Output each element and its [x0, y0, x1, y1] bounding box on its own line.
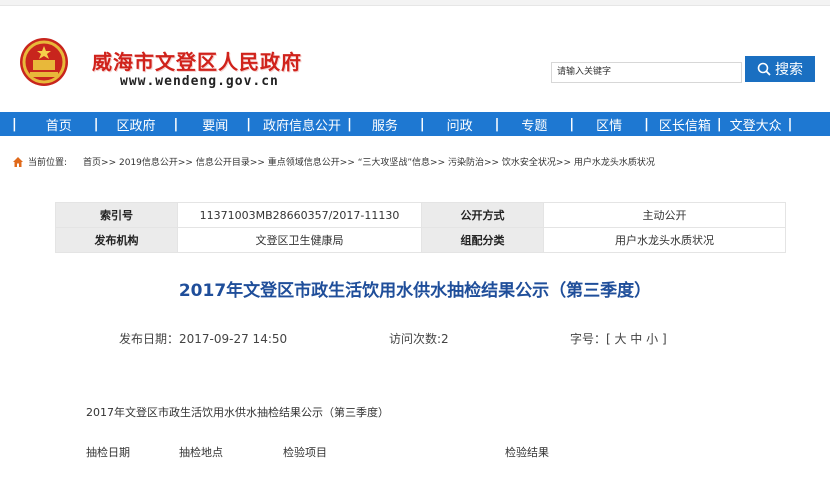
nav-separator: |: [494, 116, 500, 132]
breadcrumb: 当前位置: 首页>> 2019信息公开>> 信息公开目录>> 重点领域信息公开>…: [12, 155, 655, 168]
publisher-label: 发布机构: [55, 227, 178, 253]
search-input[interactable]: 请输入关键字: [551, 62, 742, 83]
national-emblem-icon: [20, 38, 68, 86]
nav-item-mailbox[interactable]: 区长信箱: [659, 115, 711, 134]
nav-item-news[interactable]: 要闻: [202, 115, 228, 134]
nav-separator: |: [246, 116, 252, 132]
nav-item-services[interactable]: 服务: [372, 115, 398, 134]
publisher-value: 文登区卫生健康局: [177, 227, 422, 253]
category-value: 用户水龙头水质状况: [543, 227, 786, 253]
column-header-items: 检验项目: [283, 446, 327, 459]
index-value: 11371003MB28660357/2017-11130: [177, 202, 422, 228]
nav-item-inquiry[interactable]: 问政: [447, 115, 473, 134]
nav-separator: |: [347, 116, 352, 132]
column-header-date: 抽检日期: [86, 446, 130, 459]
public-mode-label: 公开方式: [421, 202, 544, 228]
nav-separator: |: [569, 116, 575, 132]
nav-item-home[interactable]: 首页: [46, 115, 72, 134]
nav-separator: |: [644, 116, 649, 132]
column-header-location: 抽检地点: [179, 446, 223, 459]
main-nav: | 首页 | 区政府 | 要闻 | 政府信息公开 | 服务 | 问政 | 专题 …: [0, 112, 830, 136]
visit-count: 访问次数:2: [389, 332, 449, 346]
category-label: 组配分类: [421, 227, 544, 253]
home-icon: [13, 156, 23, 167]
column-header-result: 检验结果: [505, 446, 549, 459]
breadcrumb-label: 当前位置:: [28, 158, 68, 168]
search-button-label: 搜索: [775, 62, 803, 78]
body-heading: 2017年文登区市政生活饮用水供水抽检结果公示（第三季度）: [86, 406, 389, 419]
search-button[interactable]: 搜索: [745, 56, 815, 82]
site-header: 威海市文登区人民政府 www.wendeng.gov.cn 请输入关键字 搜索: [0, 6, 830, 110]
publish-date: 发布日期：2017-09-27 14:50: [119, 332, 288, 346]
search-icon: [757, 62, 771, 76]
nav-separator: |: [173, 116, 179, 132]
breadcrumb-path[interactable]: 首页>> 2019信息公开>> 信息公开目录>> 重点领域信息公开>> “三大攻…: [83, 155, 655, 168]
nav-item-district-info[interactable]: 区情: [596, 115, 622, 134]
public-mode-value: 主动公开: [543, 202, 786, 228]
site-title[interactable]: 威海市文登区人民政府: [92, 46, 302, 75]
nav-item-gov-info[interactable]: 政府信息公开: [263, 115, 341, 134]
info-table: 索引号 11371003MB28660357/2017-11130 公开方式 主…: [55, 202, 786, 253]
nav-separator: |: [12, 116, 17, 132]
nav-separator: |: [93, 116, 99, 132]
nav-separator: |: [419, 116, 425, 132]
index-label: 索引号: [55, 202, 178, 228]
nav-separator: |: [716, 116, 722, 132]
site-url: www.wendeng.gov.cn: [120, 74, 279, 89]
nav-item-wendeng-public[interactable]: 文登大众: [730, 115, 782, 134]
nav-item-district-gov[interactable]: 区政府: [117, 115, 156, 134]
nav-item-topics[interactable]: 专题: [521, 115, 547, 134]
table-row: 索引号 11371003MB28660357/2017-11130 公开方式 主…: [55, 202, 786, 228]
table-row: 发布机构 文登区卫生健康局 组配分类 用户水龙头水质状况: [55, 227, 786, 253]
nav-separator: |: [787, 116, 793, 132]
article-title: 2017年文登区市政生活饮用水供水抽检结果公示（第三季度）: [178, 281, 652, 301]
font-size-control[interactable]: 字号：[ 大 中 小 ]: [570, 330, 667, 347]
